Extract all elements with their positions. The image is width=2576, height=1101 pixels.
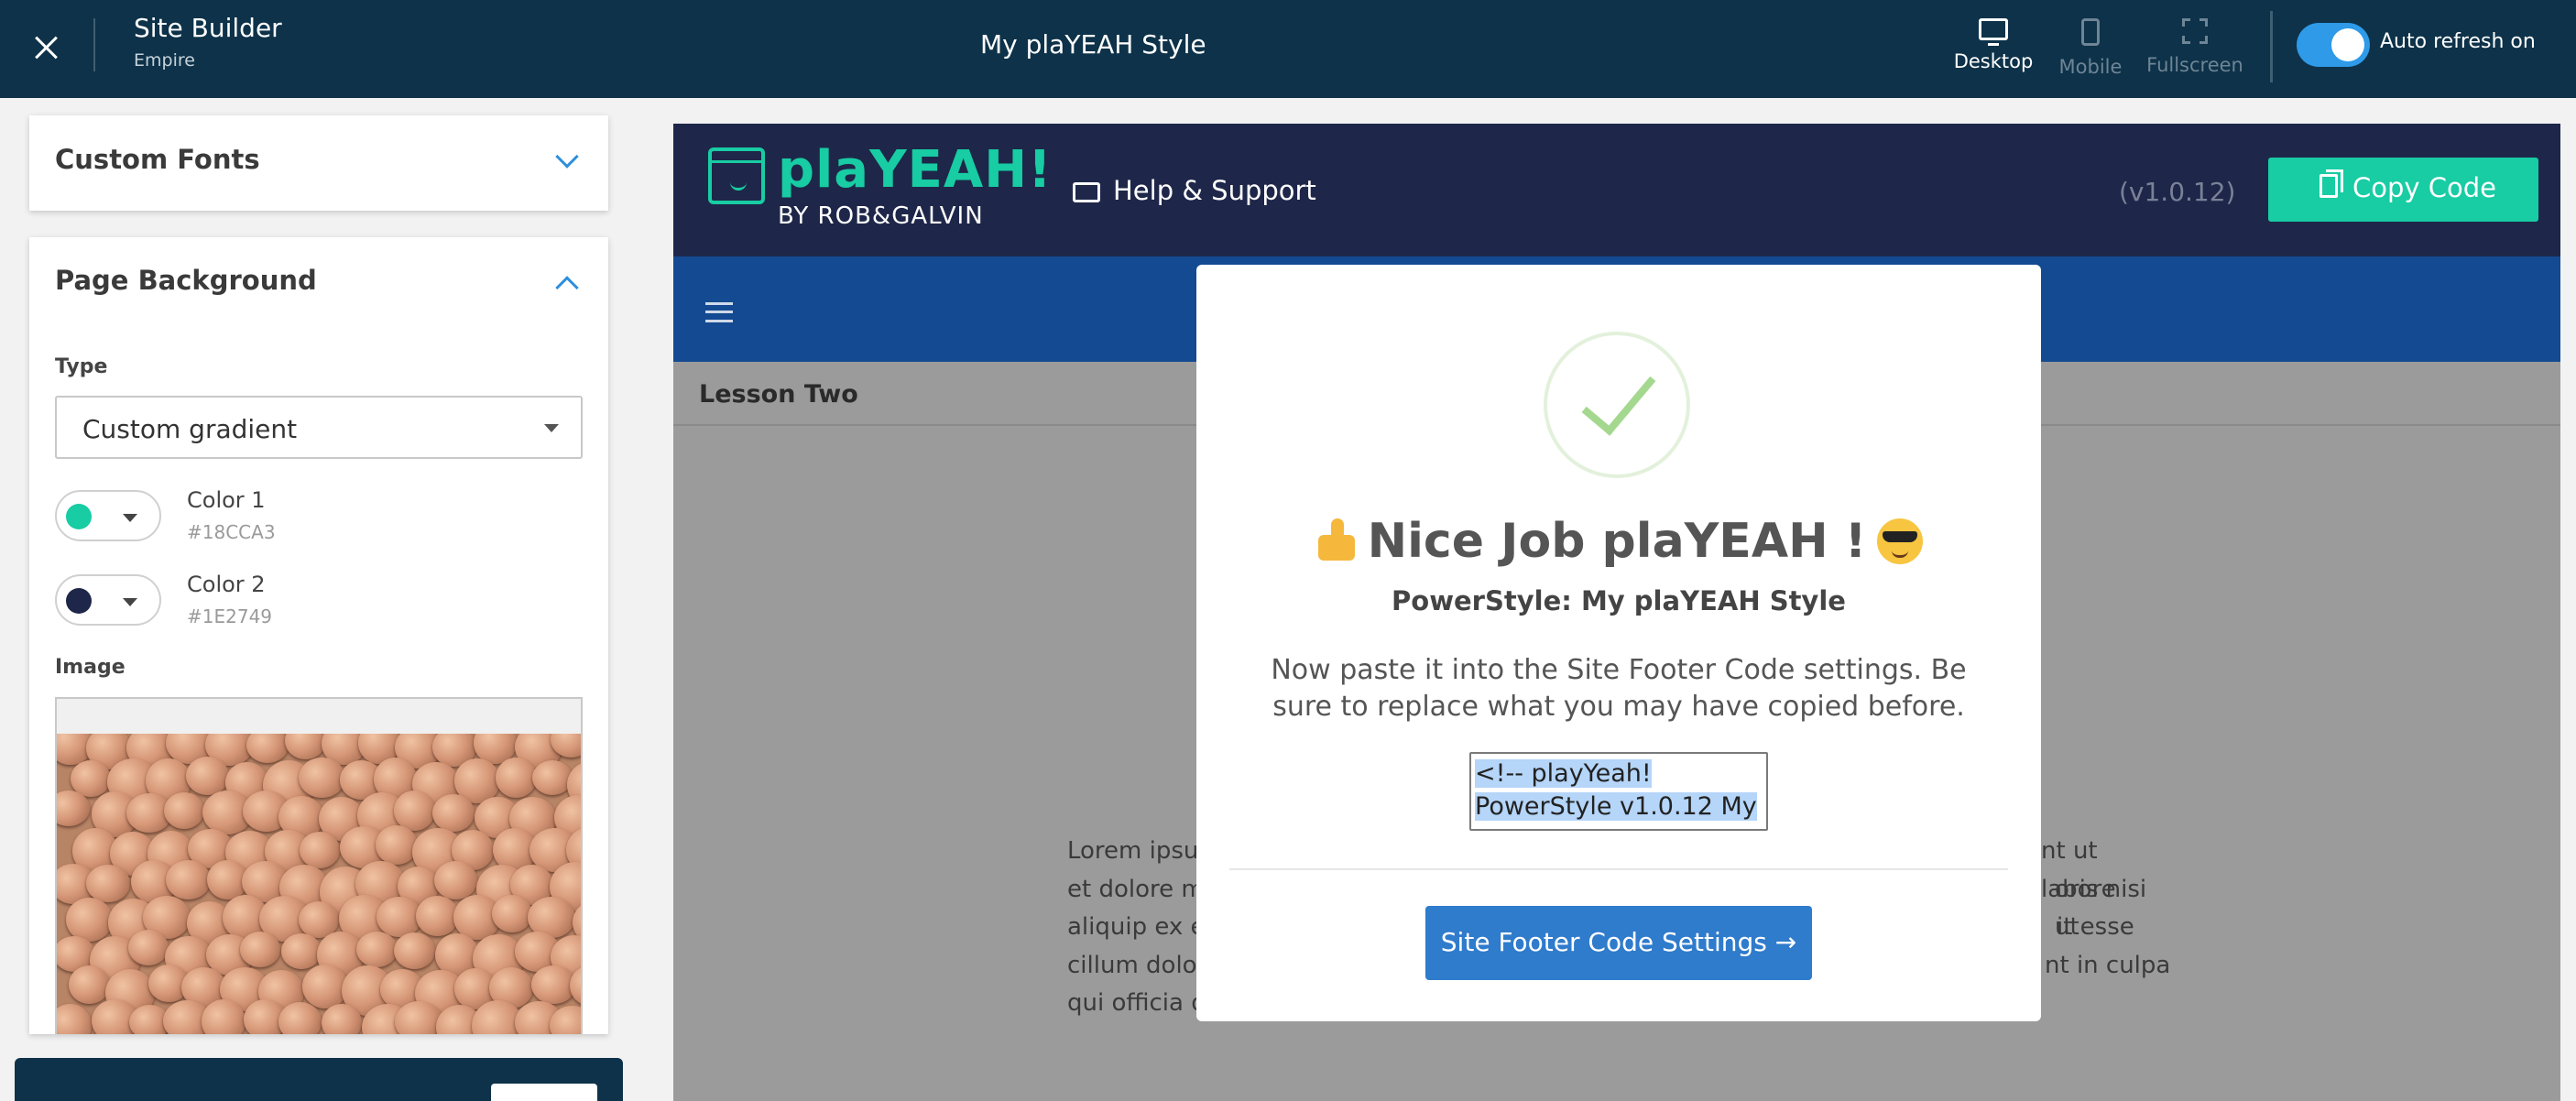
lentil-texture (416, 896, 459, 936)
fullscreen-icon (2182, 18, 2208, 44)
color-2-picker[interactable] (55, 574, 161, 626)
top-bar: Site Builder Empire My plaYEAH Style Des… (0, 0, 2576, 98)
type-select[interactable]: Custom gradient (55, 396, 583, 459)
app-subtitle: Empire (134, 50, 195, 71)
lentil-texture (278, 1002, 322, 1034)
caret-down-icon (123, 514, 137, 522)
lentil-texture (376, 825, 418, 865)
lentil-texture (57, 1004, 92, 1034)
divider (1229, 868, 2008, 870)
app-title: Site Builder (134, 13, 282, 43)
device-label: Fullscreen (2146, 54, 2243, 76)
code-textarea[interactable]: <!-- playYeah! PowerStyle v1.0.12 My (1469, 752, 1768, 831)
type-select-value: Custom gradient (82, 414, 298, 444)
help-label: Help & Support (1113, 175, 1316, 206)
lentil-texture (300, 832, 340, 868)
success-modal: Nice Job plaYEAH ! PowerStyle: My plaYEA… (1196, 265, 2041, 1021)
lentil-texture (128, 930, 169, 965)
page-background-panel: Page Background Type Custom gradient Col… (29, 237, 608, 1034)
color-2-hex: #1E2749 (187, 605, 273, 627)
modal-title-text: Nice Job plaYEAH ! (1367, 514, 1867, 569)
lentil-texture (434, 861, 477, 899)
body-line: nt in culpa (2045, 951, 2171, 979)
lentil-texture (69, 965, 110, 1004)
lentil-texture (66, 898, 113, 942)
mobile-icon (2081, 18, 2100, 46)
modal-subtitle: PowerStyle: My plaYEAH Style (1392, 585, 1846, 616)
color-2-name: Color 2 (187, 572, 266, 597)
lentil-texture (532, 760, 573, 795)
lentil-texture (285, 734, 326, 759)
modal-title: Nice Job plaYEAH ! (1196, 514, 2041, 569)
lentil-texture (281, 933, 322, 969)
color-1-hex: #18CCA3 (187, 521, 276, 543)
caret-down-icon (123, 598, 137, 606)
lesson-title: Lesson Two (699, 380, 858, 409)
color-swatch (66, 504, 92, 529)
notification-bar (15, 1058, 623, 1101)
caret-down-icon (544, 424, 559, 432)
version-label: (v1.0.12) (2119, 177, 2236, 207)
auto-refresh-toggle[interactable] (2297, 23, 2370, 67)
color-1-picker[interactable] (55, 490, 161, 541)
color-swatch (66, 588, 92, 614)
page-title: My plaYEAH Style (980, 29, 1206, 60)
custom-fonts-title: Custom Fonts (55, 144, 260, 175)
copy-icon (2319, 169, 2343, 198)
device-fullscreen-button[interactable]: Fullscreen (2131, 18, 2259, 76)
sunglasses-face-icon (1877, 518, 1924, 564)
notification-button[interactable] (491, 1084, 597, 1101)
lentil-texture (492, 895, 532, 932)
lentil-texture (322, 1004, 362, 1034)
lentil-texture (246, 734, 289, 763)
lentil-texture (86, 865, 130, 902)
type-label: Type (55, 355, 108, 378)
body-line: qui officia d (1067, 989, 1206, 1017)
preview-header: plaYEAH! BY ROB&GALVIN Help & Support (v… (673, 124, 2560, 256)
lentil-texture (394, 932, 435, 969)
divider (93, 18, 95, 71)
success-check-icon (1544, 332, 1690, 478)
logo-icon (708, 147, 765, 204)
lentil-texture (299, 758, 345, 798)
background-image-thumbnail (57, 734, 581, 1034)
chevron-up-icon[interactable] (555, 276, 579, 300)
desktop-icon (1979, 18, 2008, 46)
lentil-texture (496, 758, 537, 798)
lentil-texture (240, 932, 280, 967)
thumbs-up-icon (1315, 518, 1359, 562)
help-support-link[interactable]: Help & Support (1073, 175, 1316, 206)
page-background-title: Page Background (55, 265, 317, 296)
body-line: it esse (2057, 913, 2134, 941)
custom-fonts-panel[interactable]: Custom Fonts (29, 115, 608, 211)
image-label: Image (55, 656, 126, 679)
site-footer-code-settings-button[interactable]: Site Footer Code Settings → (1425, 906, 1812, 980)
lentil-texture (356, 932, 398, 967)
copy-code-button[interactable]: Copy Code (2268, 158, 2538, 222)
body-line: cillum dolor (1067, 951, 1207, 979)
logo-byline: BY ROB&GALVIN (778, 202, 984, 230)
close-icon[interactable] (27, 29, 64, 66)
chevron-down-icon[interactable] (555, 145, 579, 169)
divider (2270, 11, 2273, 82)
copy-code-label: Copy Code (2352, 172, 2497, 203)
lentil-texture (432, 794, 475, 832)
auto-refresh-label: Auto refresh on (2380, 30, 2536, 53)
code-line: <!-- playYeah! (1475, 759, 1652, 788)
logo-name: plaYEAH! (778, 140, 1053, 200)
support-icon (1073, 182, 1100, 202)
lentil-texture (186, 757, 229, 795)
modal-instructions: Now paste it into the Site Footer Code s… (1271, 654, 1967, 723)
color-1-name: Color 1 (187, 487, 266, 513)
hamburger-menu-icon[interactable] (705, 302, 733, 322)
lentil-texture (164, 792, 204, 829)
lentil-texture (166, 860, 211, 899)
background-image-picker[interactable] (55, 697, 583, 1034)
code-line: PowerStyle v1.0.12 My (1475, 792, 1757, 821)
